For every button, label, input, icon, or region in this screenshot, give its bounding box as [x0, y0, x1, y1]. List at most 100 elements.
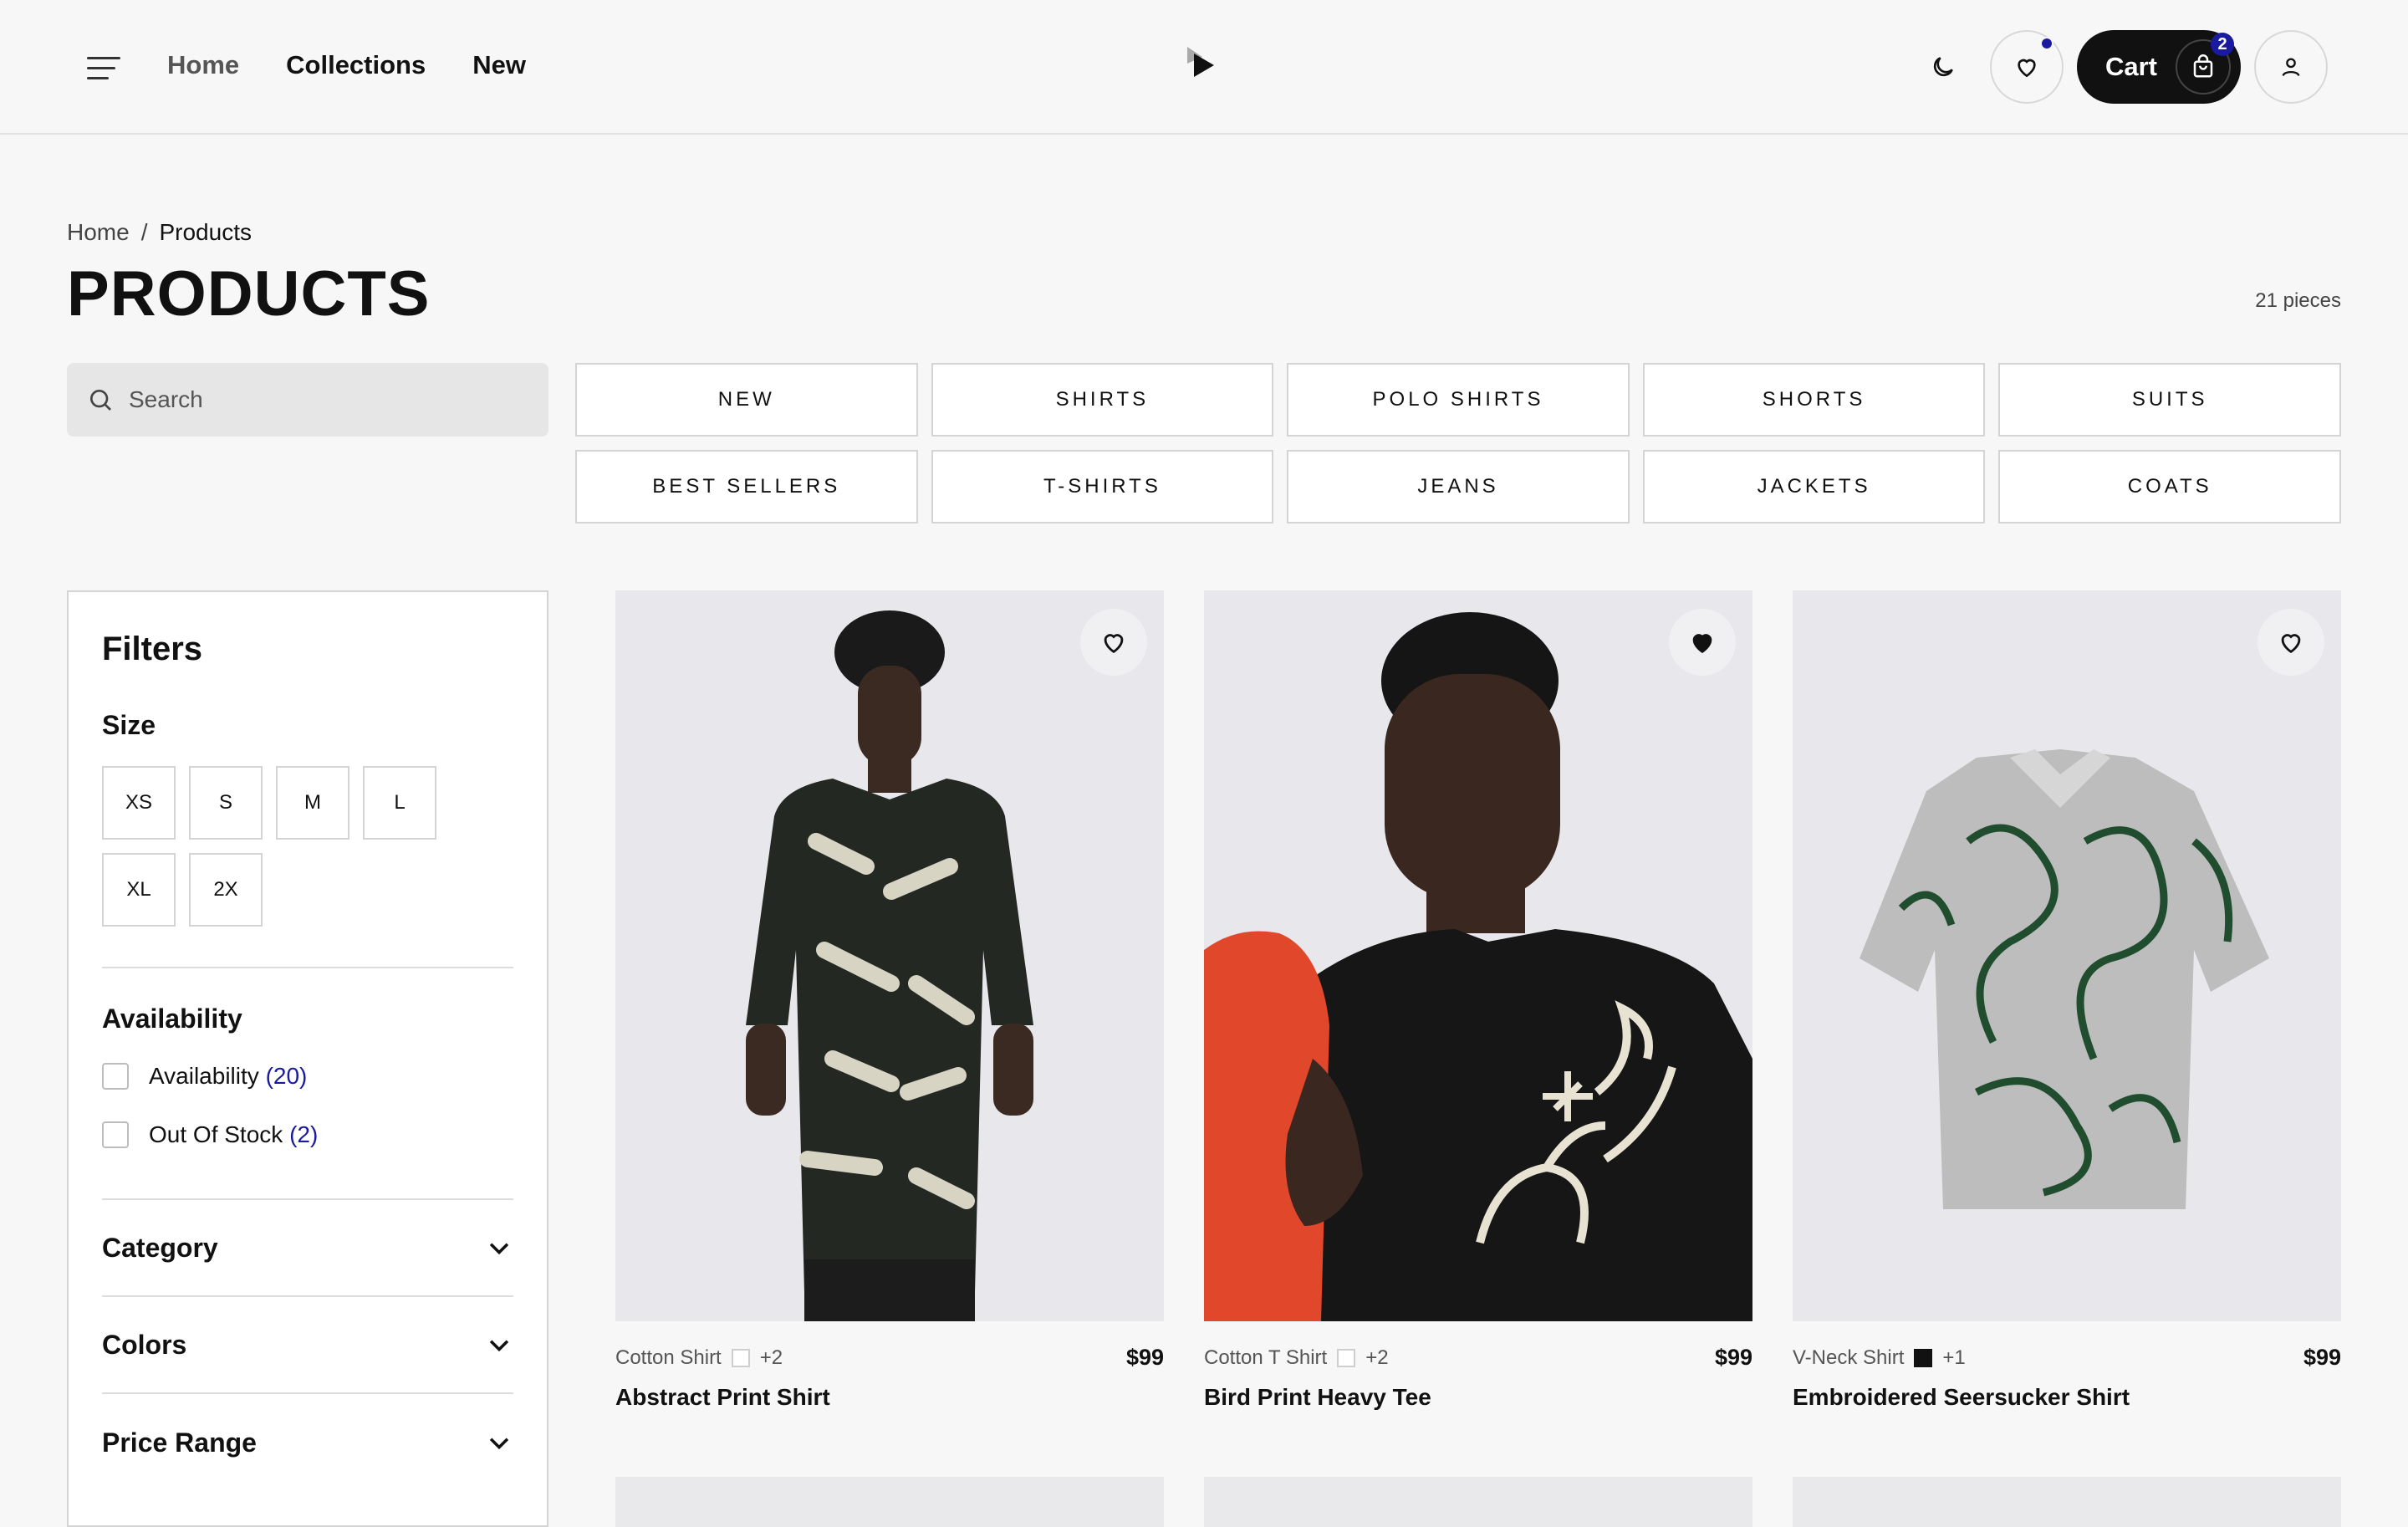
size-option[interactable]: 2X	[189, 853, 263, 927]
product-image[interactable]	[1204, 590, 1752, 1321]
color-swatch[interactable]	[1337, 1348, 1356, 1367]
nav-new[interactable]: New	[472, 47, 526, 84]
product-name[interactable]: Embroidered Seersucker Shirt	[1793, 1384, 2341, 1411]
color-swatch[interactable]	[1914, 1348, 1933, 1367]
checkbox[interactable]	[102, 1121, 129, 1148]
heart-outline-icon	[1104, 634, 1124, 654]
size-option[interactable]: XL	[102, 853, 176, 927]
more-colors: +2	[759, 1346, 783, 1369]
category-jackets[interactable]: JACKETS	[1642, 450, 1986, 523]
category-shorts[interactable]: SHORTS	[1642, 363, 1986, 437]
size-option[interactable]: XS	[102, 766, 176, 840]
bag-icon: 2	[2176, 33, 2234, 94]
user-icon	[2282, 58, 2300, 77]
product-photo-abstract-shirt	[615, 590, 1164, 1321]
availability-option-out-of-stock[interactable]: Out Of Stock (2)	[102, 1121, 513, 1148]
favorite-button[interactable]	[2258, 609, 2324, 676]
product-meta: Cotton Shirt +2 $99	[615, 1345, 1164, 1371]
category-t-shirts[interactable]: T-SHIRTS	[931, 450, 1274, 523]
product-count: 21 pieces	[2255, 289, 2341, 312]
option-count: (20)	[265, 1063, 308, 1089]
chevron-down-icon	[489, 1340, 509, 1352]
main-nav: Home Collections New	[167, 47, 526, 84]
logo-icon[interactable]	[1184, 45, 1224, 85]
category-polo-shirts[interactable]: POLO SHIRTS	[1287, 363, 1630, 437]
product-meta: V-Neck Shirt +1 $99	[1793, 1345, 2341, 1371]
theme-toggle[interactable]	[1910, 33, 1977, 100]
product-card-partial[interactable]	[615, 1477, 1164, 1527]
category-grid: NEW SHIRTS POLO SHIRTS SHORTS SUITS BEST…	[575, 363, 2341, 523]
product-card[interactable]: Cotton Shirt +2 $99 Abstract Print Shirt	[615, 590, 1164, 1411]
product-card-partial[interactable]	[1793, 1477, 2341, 1527]
category-suits[interactable]: SUITS	[1998, 363, 2341, 437]
breadcrumb: Home / Products	[67, 219, 252, 246]
category-shirts[interactable]: SHIRTS	[931, 363, 1274, 437]
product-card-partial[interactable]	[1204, 1477, 1752, 1527]
search-icon	[90, 390, 111, 411]
checkbox[interactable]	[102, 1063, 129, 1090]
color-swatch[interactable]	[731, 1348, 750, 1367]
product-image[interactable]	[1793, 590, 2341, 1321]
size-option[interactable]: L	[363, 766, 436, 840]
nav-home[interactable]: Home	[167, 47, 239, 84]
search-input[interactable]	[129, 386, 497, 413]
product-type: Cotton Shirt	[615, 1346, 722, 1369]
product-image[interactable]	[615, 590, 1164, 1321]
size-title: Size	[102, 710, 156, 740]
cart-label: Cart	[2104, 52, 2157, 81]
accordion-price-range[interactable]: Price Range	[102, 1394, 513, 1491]
product-photo-bird-tee	[1204, 590, 1752, 1321]
size-option[interactable]: S	[189, 766, 263, 840]
option-count: (2)	[289, 1121, 319, 1147]
product-name[interactable]: Bird Print Heavy Tee	[1204, 1384, 1752, 1411]
site-header: Home Collections New Cart 2	[0, 0, 2408, 135]
product-card[interactable]: V-Neck Shirt +1 $99 Embroidered Seersuck…	[1793, 590, 2341, 1411]
breadcrumb-home[interactable]: Home	[67, 219, 130, 246]
page-title: PRODUCTS	[67, 258, 431, 329]
size-options: XS S M L XL 2X	[102, 766, 513, 927]
availability-title: Availability	[102, 1004, 242, 1034]
wishlist-indicator	[2039, 37, 2053, 50]
product-card[interactable]: Cotton T Shirt +2 $99 Bird Print Heavy T…	[1204, 590, 1752, 1411]
wishlist-button[interactable]	[1989, 30, 2064, 104]
product-meta: Cotton T Shirt +2 $99	[1204, 1345, 1752, 1371]
heart-outline-icon	[2281, 634, 2301, 654]
product-price: $99	[1125, 1345, 1164, 1370]
nav-collections[interactable]: Collections	[286, 47, 426, 84]
category-new[interactable]: NEW	[575, 363, 918, 437]
category-jeans[interactable]: JEANS	[1287, 450, 1630, 523]
accordion-category[interactable]: Category	[102, 1200, 513, 1297]
product-price: $99	[2303, 1345, 2341, 1370]
accordion-label: Colors	[102, 1329, 187, 1360]
menu-icon[interactable]	[80, 50, 127, 85]
breadcrumb-separator: /	[140, 219, 148, 245]
cart-count-badge: 2	[2211, 33, 2234, 56]
option-label: Out Of Stock	[149, 1121, 283, 1147]
chevron-down-icon	[489, 1243, 509, 1255]
product-name[interactable]: Abstract Print Shirt	[615, 1384, 1164, 1411]
favorite-button[interactable]	[1080, 609, 1147, 676]
accordion-label: Category	[102, 1232, 218, 1263]
option-label: Availability	[149, 1063, 259, 1089]
product-type: V-Neck Shirt	[1793, 1346, 1905, 1369]
cart-button[interactable]: Cart 2	[2076, 30, 2241, 104]
favorite-button[interactable]	[1669, 609, 1736, 676]
availability-options: Availability (20) Out Of Stock (2)	[102, 1063, 513, 1148]
availability-option-in-stock[interactable]: Availability (20)	[102, 1063, 513, 1090]
product-type: Cotton T Shirt	[1204, 1346, 1328, 1369]
filters-panel: Filters Size XS S M L XL 2X Availability…	[67, 590, 548, 1527]
size-option[interactable]: M	[276, 766, 349, 840]
product-price: $99	[1714, 1345, 1752, 1370]
account-button[interactable]	[2254, 30, 2328, 104]
heart-filled-icon	[1692, 634, 1712, 654]
moon-icon	[1933, 57, 1953, 77]
accordion-label: Price Range	[102, 1427, 257, 1458]
more-colors: +1	[1942, 1346, 1966, 1369]
divider	[102, 967, 513, 968]
chevron-down-icon	[489, 1438, 509, 1450]
category-coats[interactable]: COATS	[1998, 450, 2341, 523]
category-best-sellers[interactable]: BEST SELLERS	[575, 450, 918, 523]
accordion-colors[interactable]: Colors	[102, 1297, 513, 1394]
search-box	[67, 363, 548, 437]
heart-icon	[2018, 59, 2036, 78]
